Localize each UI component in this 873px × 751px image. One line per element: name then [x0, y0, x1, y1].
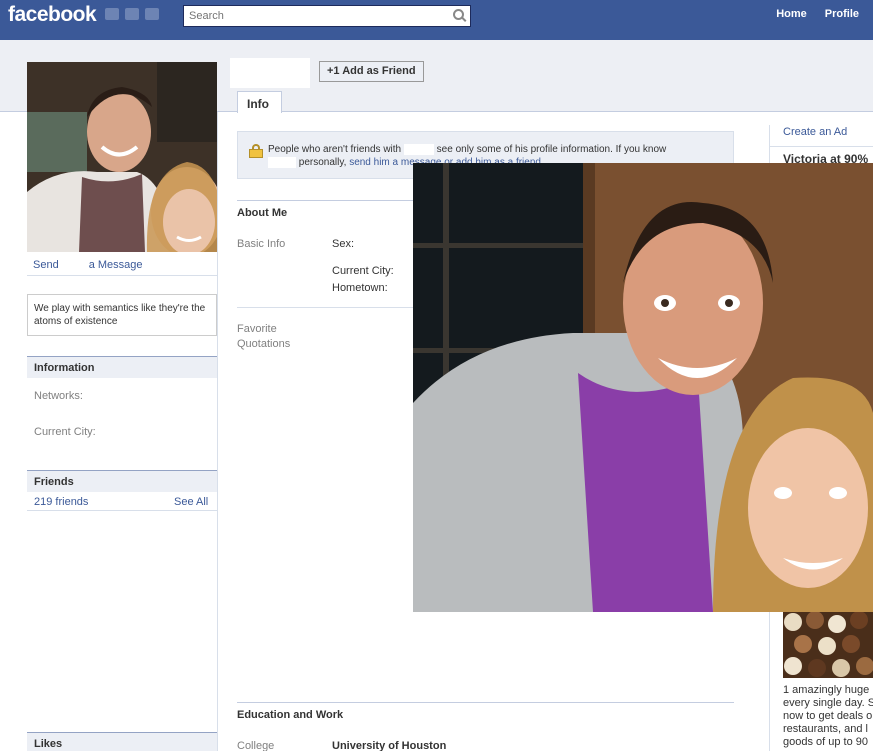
- likes-header: Likes: [27, 732, 217, 751]
- ad-description: 1 amazingly huge every single day. S now…: [783, 684, 873, 748]
- top-nav-links: Home Profile: [776, 8, 859, 20]
- send-label[interactable]: Send: [33, 259, 59, 271]
- bio-quote-box: We play with semantics like they're the …: [27, 294, 217, 336]
- basic-info-label: Basic Info: [237, 238, 286, 250]
- lock-icon: [249, 144, 263, 158]
- college-link[interactable]: University of Houston: [332, 739, 446, 751]
- favorite-quotations-label: Favorite Quotations: [237, 323, 291, 350]
- overlay-photo: [413, 163, 873, 612]
- divider: [237, 307, 417, 308]
- profile-picture[interactable]: [27, 62, 217, 252]
- hometown-label: Hometown:: [332, 282, 388, 294]
- sex-label: Sex:: [332, 238, 355, 250]
- profile-link[interactable]: Profile: [825, 8, 859, 20]
- facebook-logo[interactable]: facebook: [8, 3, 97, 27]
- current-city-label: Current City:: [34, 426, 96, 438]
- create-ad-link[interactable]: Create an Ad: [783, 126, 847, 138]
- current-city-field-label: Current City:: [332, 265, 394, 277]
- profile-name-redacted: [230, 58, 310, 88]
- tab-info[interactable]: Info: [237, 91, 282, 113]
- information-header: Information: [27, 356, 217, 378]
- search-box[interactable]: [183, 5, 471, 27]
- divider: [27, 510, 217, 511]
- messages-icon[interactable]: [125, 8, 139, 20]
- college-label: College: [237, 740, 275, 751]
- divider: [770, 146, 873, 147]
- add-as-friend-button[interactable]: +1 Add as Friend: [319, 61, 424, 82]
- search-icon[interactable]: [453, 9, 464, 20]
- education-work-header: Education and Work: [237, 702, 734, 724]
- divider: [27, 275, 217, 276]
- left-column-border: [217, 112, 218, 751]
- search-input[interactable]: [189, 7, 439, 25]
- message-label[interactable]: a Message: [89, 259, 143, 271]
- friends-count-link[interactable]: 219 friends: [34, 496, 88, 508]
- ad-image[interactable]: [783, 612, 873, 678]
- top-notification-icons: [105, 8, 159, 20]
- friend-requests-icon[interactable]: [105, 8, 119, 20]
- see-all-friends-link[interactable]: See All: [174, 496, 208, 508]
- friends-header: Friends: [27, 470, 217, 492]
- home-link[interactable]: Home: [776, 8, 807, 20]
- send-message-link[interactable]: Send a Message: [33, 259, 143, 271]
- networks-label: Networks:: [34, 390, 83, 402]
- notifications-globe-icon[interactable]: [145, 8, 159, 20]
